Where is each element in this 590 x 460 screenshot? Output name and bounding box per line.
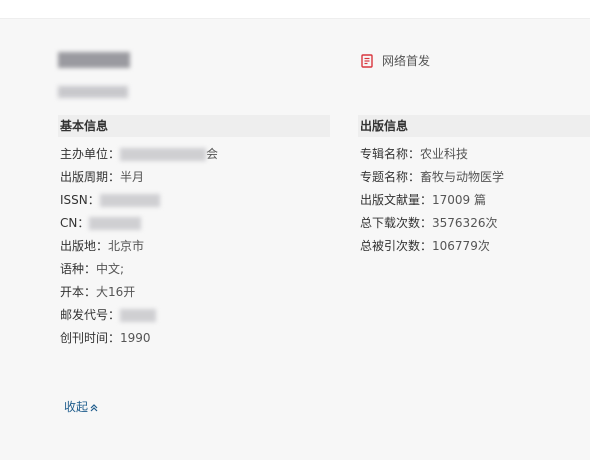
journal-subtitle-redacted <box>58 86 128 98</box>
network-first-badge[interactable]: 网络首发 <box>360 52 430 69</box>
cn-redacted <box>89 217 142 230</box>
sponsor-redacted <box>120 148 207 161</box>
album-value: 农业科技 <box>420 147 469 161</box>
publication-info-header: 出版信息 <box>358 115 590 137</box>
publication-info-list: 专辑名称：农业科技 专题名称：畜牧与动物医学 出版文献量：17009 篇 总下载… <box>360 144 504 259</box>
frequency-label: 出版周期： <box>60 170 121 184</box>
frequency-value: 半月 <box>120 170 145 184</box>
basic-info-header: 基本信息 <box>58 115 330 137</box>
language-value: 中文; <box>96 262 125 276</box>
album-label: 专辑名称： <box>360 147 421 161</box>
format-label: 开本： <box>60 285 97 299</box>
founded-row: 创刊时间：1990 <box>60 328 218 351</box>
citations-value: 106779次 <box>432 239 490 253</box>
postal-code-label: 邮发代号： <box>60 308 121 322</box>
topic-label: 专题名称： <box>360 170 421 184</box>
sponsor-row: 主办单位： 会 <box>60 144 218 167</box>
issn-label: ISSN： <box>60 193 100 207</box>
cn-row: CN： <box>60 213 218 236</box>
issn-row: ISSN： <box>60 190 218 213</box>
document-icon <box>360 53 374 68</box>
downloads-value: 3576326次 <box>432 216 498 230</box>
format-value: 大16开 <box>96 285 136 299</box>
double-chevron-up-icon <box>89 402 99 412</box>
topic-value: 畜牧与动物医学 <box>420 170 505 184</box>
place-value: 北京市 <box>108 239 145 253</box>
collapse-label: 收起 <box>64 400 89 414</box>
language-row: 语种：中文; <box>60 259 218 282</box>
sponsor-label: 主办单位： <box>60 147 121 161</box>
citations-row: 总被引次数：106779次 <box>360 236 504 259</box>
journal-title-redacted <box>58 52 130 68</box>
downloads-label: 总下载次数： <box>360 216 433 230</box>
sponsor-suffix: 会 <box>206 147 219 161</box>
language-label: 语种： <box>60 262 97 276</box>
format-row: 开本：大16开 <box>60 282 218 305</box>
place-label: 出版地： <box>60 239 109 253</box>
downloads-row: 总下载次数：3576326次 <box>360 213 504 236</box>
album-row: 专辑名称：农业科技 <box>360 144 504 167</box>
founded-value: 1990 <box>120 331 151 345</box>
issn-redacted <box>99 194 160 207</box>
publication-count-value: 17009 篇 <box>432 193 487 207</box>
citations-label: 总被引次数： <box>360 239 433 253</box>
frequency-row: 出版周期：半月 <box>60 167 218 190</box>
founded-label: 创刊时间： <box>60 331 121 345</box>
place-row: 出版地：北京市 <box>60 236 218 259</box>
cn-label: CN： <box>60 216 90 230</box>
network-first-label: 网络首发 <box>382 54 431 68</box>
postal-code-redacted <box>120 309 157 322</box>
postal-code-row: 邮发代号： <box>60 305 218 328</box>
basic-info-list: 主办单位：会 出版周期：半月 ISSN： CN： 出版地：北京市 语种：中文; … <box>60 144 218 351</box>
collapse-button[interactable]: 收起 <box>64 398 99 415</box>
publication-count-row: 出版文献量：17009 篇 <box>360 190 504 213</box>
topic-row: 专题名称：畜牧与动物医学 <box>360 167 504 190</box>
publication-count-label: 出版文献量： <box>360 193 433 207</box>
top-strip <box>0 0 590 19</box>
